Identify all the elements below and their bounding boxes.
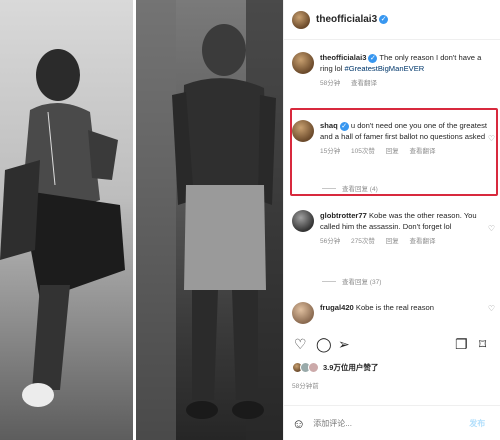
globtrotter-view-replies[interactable]: 查看回复 (37) <box>322 276 381 286</box>
liker-avatar <box>308 362 319 373</box>
post-images[interactable] <box>0 0 283 440</box>
globtrotter-reply[interactable]: 回复 <box>386 238 399 245</box>
likes-row[interactable]: 3.9万位用户赞了 <box>292 362 378 373</box>
verified-badge-icon: ✓ <box>379 14 389 24</box>
left-photo <box>0 0 133 440</box>
header-avatar[interactable] <box>292 10 310 29</box>
caption-avatar[interactable] <box>292 52 314 74</box>
globtrotter-body: globtrotter77 Kobe was the other reason.… <box>320 210 488 247</box>
add-comment-bar: ☺ 发布 <box>284 405 500 440</box>
frugal-text: Kobe is the real reason <box>355 303 434 312</box>
frugal-username[interactable]: frugal420 <box>320 303 354 312</box>
verified-badge-icon: ✓ <box>368 53 378 63</box>
caption-time: 58分钟 <box>320 80 341 87</box>
frugal-body: frugal420 Kobe is the real reason <box>320 302 488 324</box>
post-button[interactable]: 发布 <box>469 418 485 429</box>
right-photo-figure <box>136 0 283 440</box>
post-time: 58分钟前 <box>292 383 319 390</box>
caption-hashtag[interactable]: #GreatestBigManEVER <box>344 64 424 73</box>
caption-username[interactable]: theofficialai3 <box>320 53 366 62</box>
globtrotter-meta: 56分钟 275次赞 回复 查看翻译 <box>320 236 488 247</box>
liker-avatars <box>292 362 319 373</box>
globtrotter-time: 56分钟 <box>320 238 341 245</box>
emoji-icon[interactable]: ☺ <box>292 416 305 431</box>
header-username[interactable]: theofficialai3 ✓ <box>316 14 389 25</box>
frugal-avatar[interactable] <box>292 302 314 324</box>
action-bar: ♡ ◯ ➢ ❐ ⌑ <box>292 336 497 352</box>
bookmark-icon[interactable]: ⌑ <box>479 336 486 353</box>
left-photo-figure <box>0 49 125 407</box>
globtrotter-translate[interactable]: 查看翻译 <box>410 238 436 245</box>
comments-panel: theofficialai3 ✓ theofficialai3 ✓ The only… <box>283 0 500 440</box>
heart-icon[interactable]: ♡ <box>294 336 307 353</box>
caption-body: theofficialai3 ✓ The only reason I don't … <box>320 52 488 89</box>
comment-input[interactable] <box>313 418 464 428</box>
share-icon[interactable]: ➢ <box>338 336 350 353</box>
frugal-comment: frugal420 Kobe is the real reason ♡ <box>292 302 497 324</box>
right-photo <box>136 0 283 440</box>
caption-comment: theofficialai3 ✓ The only reason I don't … <box>292 52 497 89</box>
highlight-box <box>290 108 498 196</box>
caption-translate[interactable]: 查看翻译 <box>351 80 377 87</box>
replies-line <box>322 280 336 282</box>
globtrotter-like-heart-icon[interactable]: ♡ <box>488 224 495 233</box>
frugal-like-heart-icon[interactable]: ♡ <box>488 304 495 313</box>
likes-count[interactable]: 3.9万位用户赞了 <box>323 362 378 373</box>
copy-icon[interactable]: ❐ <box>455 336 468 353</box>
globtrotter-avatar[interactable] <box>292 210 314 232</box>
caption-meta: 58分钟 查看翻译 <box>320 78 488 89</box>
screenshot: theofficialai3 ✓ theofficialai3 ✓ The only… <box>0 0 500 440</box>
globtrotter-view-replies-text[interactable]: 查看回复 (37) <box>342 276 381 286</box>
header-username-text[interactable]: theofficialai3 <box>316 14 377 25</box>
comment-icon[interactable]: ◯ <box>316 336 332 353</box>
globtrotter-username[interactable]: globtrotter77 <box>320 211 367 220</box>
post-header: theofficialai3 ✓ <box>284 0 500 40</box>
globtrotter-comment: globtrotter77 Kobe was the other reason.… <box>292 210 497 247</box>
globtrotter-likes[interactable]: 275次赞 <box>351 238 375 245</box>
